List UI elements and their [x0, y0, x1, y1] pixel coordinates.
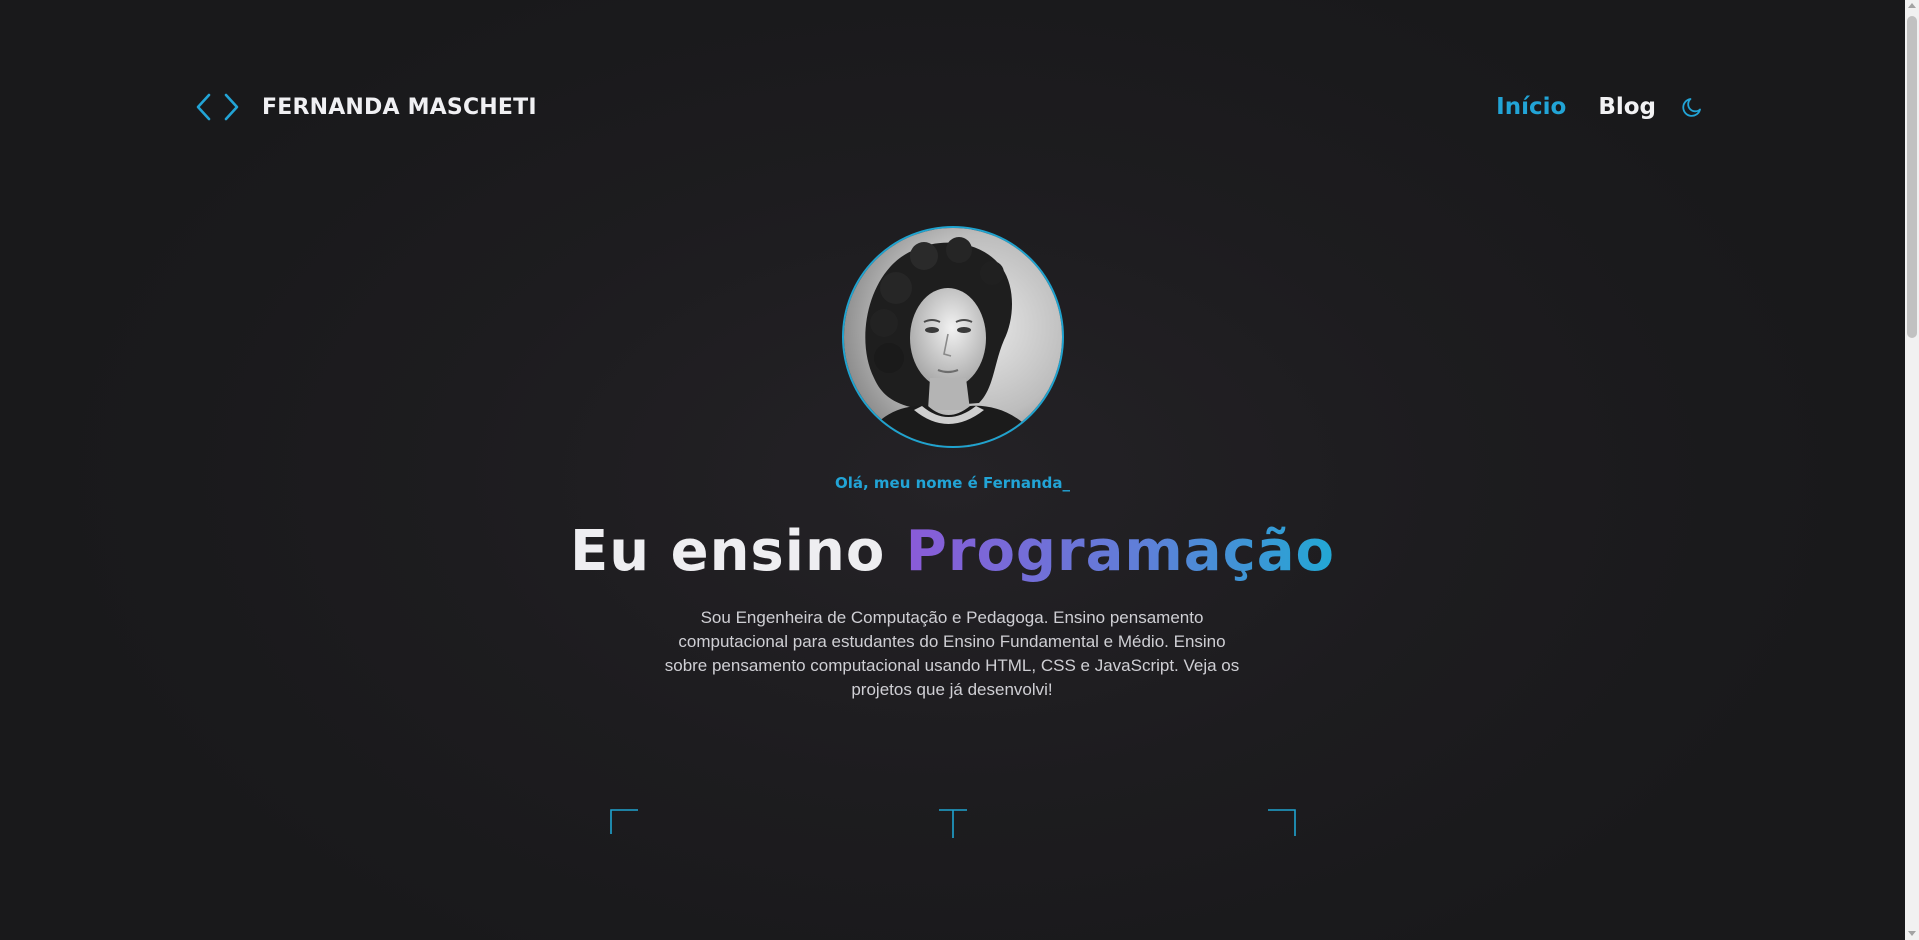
- scroll-down-arrow-icon[interactable]: [1908, 931, 1916, 936]
- decorative-frame-lines: [610, 809, 1296, 838]
- scrollbar-thumb[interactable]: [1907, 16, 1917, 338]
- scroll-up-arrow-icon[interactable]: [1908, 3, 1916, 8]
- vertical-scrollbar[interactable]: [1905, 0, 1919, 940]
